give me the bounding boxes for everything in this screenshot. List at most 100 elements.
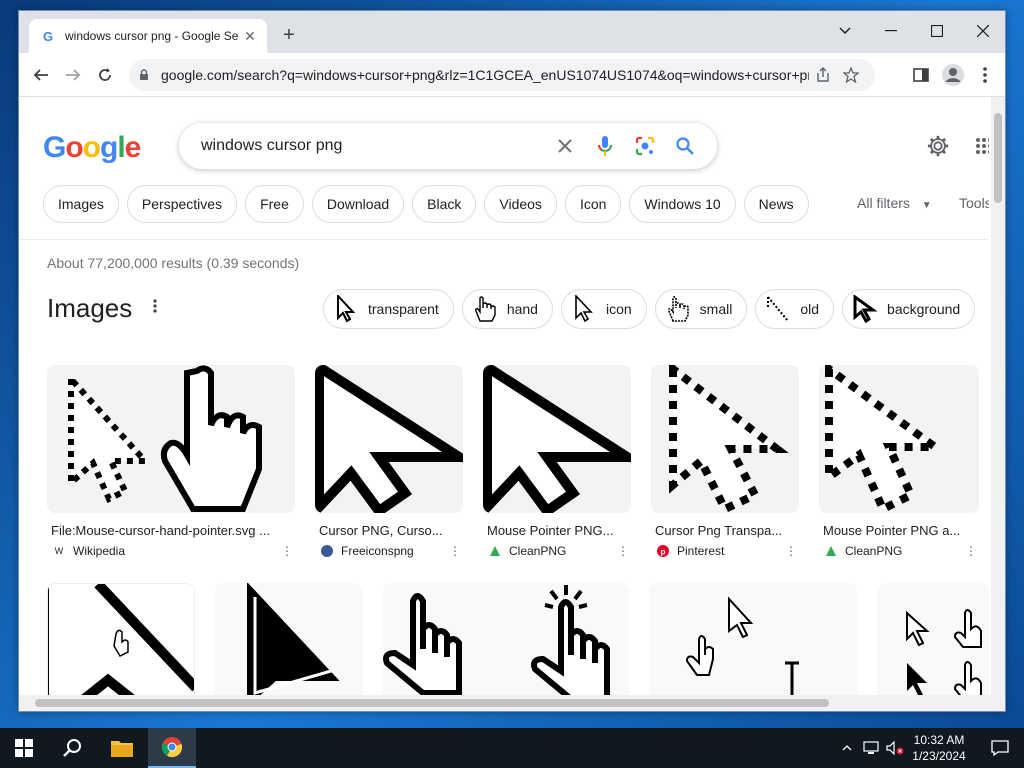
browser-toolbar: google.com/search?q=windows+cursor+png&r… — [19, 53, 1005, 97]
horizontal-scroll-thumb[interactable] — [35, 699, 829, 707]
refine-chip-transparent[interactable]: transparent — [323, 289, 454, 329]
clear-search-icon[interactable] — [545, 126, 585, 166]
all-filters-button[interactable]: All filters ▼ — [857, 195, 932, 211]
image-result-title: Cursor PNG, Curso... — [319, 523, 443, 538]
tab-search-chevron-icon[interactable] — [831, 17, 859, 45]
minimize-button[interactable] — [877, 17, 905, 45]
image-result-card[interactable]: Mouse Pointer PNG a... CleanPNG ⋮ — [819, 365, 979, 558]
chrome-taskbar-icon[interactable] — [148, 728, 196, 768]
more-options-icon[interactable]: ⋮ — [279, 544, 295, 558]
reload-icon[interactable] — [91, 61, 119, 89]
new-tab-button[interactable]: + — [277, 23, 301, 47]
vertical-scrollbar[interactable] — [991, 97, 1005, 695]
refine-chip-old[interactable]: old — [755, 289, 835, 329]
image-result-card[interactable]: File:Mouse-cursor-hand-pointer.svg ... W… — [47, 365, 295, 558]
tab-close-icon[interactable]: ✕ — [241, 28, 259, 45]
share-icon[interactable] — [809, 63, 837, 87]
image-result-thumbnail[interactable] — [877, 583, 989, 695]
more-options-icon[interactable]: ⋮ — [783, 544, 799, 558]
forward-arrow-icon[interactable] — [59, 61, 87, 89]
google-logo[interactable]: Google — [43, 131, 141, 165]
filter-chip-windows-10[interactable]: Windows 10 — [629, 185, 736, 223]
filter-chip-videos[interactable]: Videos — [484, 185, 557, 223]
back-arrow-icon[interactable] — [27, 61, 55, 89]
filter-chip-images[interactable]: Images — [43, 185, 119, 223]
source-name: CleanPNG — [509, 544, 567, 558]
tools-button[interactable]: Tools — [959, 195, 989, 211]
refine-chip-small[interactable]: small — [654, 289, 748, 329]
search-taskbar-icon[interactable] — [48, 728, 96, 768]
filter-chip-news[interactable]: News — [743, 185, 809, 223]
arrow-cursor-icon — [332, 294, 360, 324]
profile-avatar-icon[interactable] — [939, 61, 967, 89]
more-options-icon[interactable]: ⋮ — [963, 544, 979, 558]
image-result-source: CleanPNG ⋮ — [819, 544, 979, 558]
vertical-scroll-thumb[interactable] — [994, 113, 1002, 203]
lock-icon — [139, 69, 153, 81]
arrow-cursor-icon — [570, 294, 598, 324]
refine-chip-label: old — [800, 301, 820, 317]
image-thumbnail — [315, 365, 463, 513]
filter-chip-icon[interactable]: Icon — [564, 185, 622, 223]
side-panel-icon[interactable] — [907, 61, 935, 89]
cleanpng-icon — [489, 545, 501, 557]
close-window-button[interactable] — [969, 17, 997, 45]
source-name: Pinterest — [677, 544, 725, 558]
address-bar[interactable]: google.com/search?q=windows+cursor+png&r… — [129, 59, 875, 91]
search-box[interactable]: windows cursor png — [179, 123, 717, 169]
image-result-card[interactable]: Cursor Png Transpa... p Pinterest ⋮ — [651, 365, 799, 558]
search-magnifier-icon[interactable] — [665, 126, 705, 166]
tab-title: windows cursor png - Google Se — [65, 29, 239, 43]
image-result-thumbnail[interactable] — [47, 583, 195, 695]
filter-chip-black[interactable]: Black — [412, 185, 477, 223]
images-more-options-icon[interactable] — [153, 299, 157, 318]
notifications-icon[interactable] — [976, 728, 1024, 768]
image-result-thumbnail[interactable] — [649, 583, 857, 695]
hand-cursor-icon — [664, 294, 692, 324]
image-result-source: p Pinterest ⋮ — [651, 544, 799, 558]
freeiconspng-icon — [321, 545, 333, 557]
svg-text:G: G — [43, 29, 53, 43]
taskbar-clock[interactable]: 10:32 AM 1/23/2024 — [904, 732, 974, 764]
image-thumbnail — [819, 365, 979, 513]
image-result-thumbnail[interactable] — [215, 583, 363, 695]
more-options-icon[interactable]: ⋮ — [615, 544, 631, 558]
horizontal-scrollbar[interactable] — [19, 695, 1005, 711]
refine-chip-icon[interactable]: icon — [560, 289, 647, 329]
images-section-heading: Images — [47, 293, 133, 323]
volume-muted-icon[interactable] — [884, 728, 906, 768]
windows-start-icon[interactable] — [0, 728, 48, 768]
show-hidden-icons-chevron-icon[interactable] — [836, 728, 858, 768]
refine-chip-background[interactable]: background — [842, 289, 976, 329]
refine-chip-label: transparent — [368, 301, 439, 317]
more-options-icon[interactable]: ⋮ — [447, 544, 463, 558]
image-result-card[interactable]: Mouse Pointer PNG... CleanPNG ⋮ — [483, 365, 631, 558]
bookmark-star-icon[interactable] — [837, 63, 865, 87]
google-apps-grid-icon[interactable] — [975, 137, 989, 160]
browser-menu-icon[interactable] — [971, 61, 999, 89]
refine-chip-hand[interactable]: hand — [461, 289, 553, 329]
file-explorer-icon[interactable] — [98, 728, 146, 768]
cleanpng-icon — [825, 545, 837, 557]
refine-chip-label: hand — [506, 301, 538, 317]
settings-gear-icon[interactable] — [927, 135, 949, 162]
image-thumbnail — [651, 365, 799, 513]
image-result-thumbnail[interactable] — [383, 583, 629, 695]
browser-tab[interactable]: G windows cursor png - Google Se ✕ — [29, 19, 267, 53]
maximize-button[interactable] — [923, 17, 951, 45]
filter-chip-perspectives[interactable]: Perspectives — [126, 185, 238, 223]
image-result-card[interactable]: Cursor PNG, Curso... Freeiconspng ⋮ — [315, 365, 463, 558]
search-input[interactable]: windows cursor png — [201, 137, 545, 155]
lens-camera-icon[interactable] — [625, 126, 665, 166]
windows-taskbar: 10:32 AM 1/23/2024 — [0, 728, 1024, 768]
arrow-cursor-icon — [851, 294, 879, 324]
voice-search-mic-icon[interactable] — [585, 126, 625, 166]
hand-cursor-icon — [471, 294, 499, 324]
network-icon[interactable] — [860, 728, 882, 768]
svg-text:p: p — [661, 548, 666, 557]
header-divider — [19, 239, 989, 240]
filter-chip-download[interactable]: Download — [311, 185, 405, 223]
image-result-title: Cursor Png Transpa... — [655, 523, 783, 538]
image-result-title: Mouse Pointer PNG a... — [823, 523, 961, 538]
filter-chip-free[interactable]: Free — [245, 185, 304, 223]
